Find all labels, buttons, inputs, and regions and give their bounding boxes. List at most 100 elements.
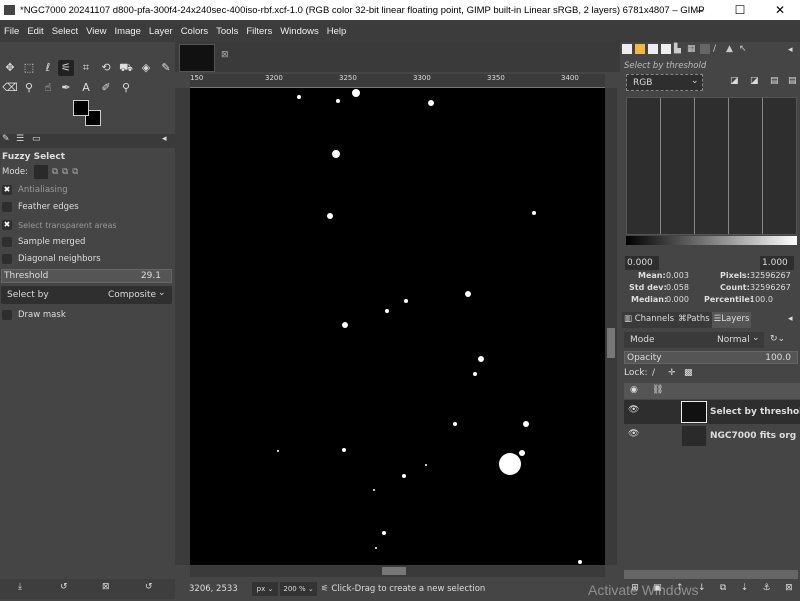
menu-image[interactable]: Image bbox=[111, 26, 145, 37]
maximize-button[interactable]: ☐ bbox=[720, 0, 760, 20]
lasso-icon[interactable]: ℓ bbox=[40, 60, 56, 76]
unit-dropdown[interactable]: px ⌄ bbox=[251, 582, 279, 596]
mode-add-icon[interactable]: ⧉ bbox=[52, 167, 58, 177]
menu-file[interactable]: File bbox=[0, 26, 23, 37]
menu-layer[interactable]: Layer bbox=[145, 26, 177, 37]
composite-mode-icon[interactable]: ↻⌄ bbox=[770, 334, 785, 344]
image-canvas[interactable] bbox=[190, 88, 605, 565]
mode-intersect-icon[interactable]: ⧉ bbox=[72, 167, 78, 177]
layer-name[interactable]: Select by threshold bbox=[710, 407, 800, 417]
menu-select[interactable]: Select bbox=[48, 26, 82, 37]
color-picker-icon[interactable]: ✐ bbox=[98, 80, 114, 96]
layers-scrollbar[interactable] bbox=[624, 570, 798, 579]
duplicate-layer-icon[interactable]: ⧉ bbox=[720, 583, 726, 599]
tab-paths[interactable]: ⌘Paths bbox=[676, 312, 712, 328]
image-tab-thumbnail[interactable] bbox=[179, 44, 215, 72]
threshold-value[interactable]: 29.1 bbox=[141, 271, 161, 281]
smudge-icon[interactable]: ☝ bbox=[40, 80, 56, 96]
antialiasing-checkbox[interactable]: ✖ Antialiasing bbox=[2, 182, 68, 198]
crop-icon[interactable]: ⌗ bbox=[78, 60, 94, 76]
log-scale-icon[interactable]: ◪ bbox=[750, 76, 759, 86]
lock-pixels-icon[interactable]: / bbox=[652, 368, 655, 378]
panel-menu-icon[interactable]: ◂ bbox=[788, 314, 793, 324]
delete-options-icon[interactable]: ⊠ bbox=[102, 582, 110, 592]
range-max-input[interactable]: 1.000 bbox=[760, 256, 794, 270]
font-tab-icon[interactable] bbox=[648, 44, 658, 54]
brush-icon[interactable]: ✎ bbox=[158, 60, 174, 76]
lower-layer-icon[interactable]: ↓ bbox=[698, 583, 706, 599]
anchor-layer-icon[interactable]: ⚓ bbox=[763, 583, 771, 599]
opacity-value[interactable]: 100.0 bbox=[765, 353, 791, 363]
layer-row[interactable]: 👁︎ Select by threshold bbox=[624, 400, 800, 424]
tab-channels[interactable]: ▥ Channels bbox=[622, 312, 677, 328]
close-button[interactable]: ✕ bbox=[760, 0, 800, 20]
menu-tools[interactable]: Tools bbox=[212, 26, 242, 37]
fuzzy-select-icon[interactable]: ⚟ bbox=[58, 60, 74, 76]
close-tab-icon[interactable]: ⊠ bbox=[221, 50, 229, 60]
draw-mask-checkbox[interactable]: Draw mask bbox=[2, 307, 66, 323]
bar-mode-icon[interactable]: ▤ bbox=[770, 76, 779, 86]
panel-menu-icon[interactable]: ◂ bbox=[162, 134, 167, 144]
lock-alpha-icon[interactable]: ▩ bbox=[684, 368, 693, 378]
vertical-scrollbar[interactable] bbox=[605, 88, 617, 565]
histogram-plot[interactable] bbox=[626, 97, 797, 235]
menu-help[interactable]: Help bbox=[323, 26, 351, 37]
eraser-icon[interactable]: ⌫ bbox=[2, 80, 18, 96]
minimize-button[interactable]: – bbox=[680, 0, 720, 20]
move-tool-icon[interactable]: ✥ bbox=[2, 60, 18, 76]
save-options-icon[interactable]: ⤓ bbox=[18, 582, 22, 592]
layer-row[interactable]: 👁︎ NGC7000 fits org bbox=[624, 424, 800, 448]
menu-windows[interactable]: Windows bbox=[276, 26, 323, 37]
mode-replace-icon[interactable] bbox=[34, 165, 49, 179]
tab-layers[interactable]: ☰Layers bbox=[711, 312, 752, 328]
pattern-tab-icon[interactable] bbox=[635, 44, 645, 54]
threshold-slider[interactable]: Threshold 29.1 bbox=[1, 269, 172, 283]
bucket-icon[interactable]: ◈ bbox=[138, 60, 154, 76]
layer-name[interactable]: NGC7000 fits org bbox=[710, 431, 796, 441]
linear-scale-icon[interactable]: ◪ bbox=[730, 76, 739, 86]
lock-position-icon[interactable]: ✛ bbox=[668, 368, 676, 378]
histogram-tab-icon[interactable]: ▙ bbox=[674, 44, 684, 54]
paint-tab-icon[interactable]: / bbox=[713, 44, 723, 54]
sample-merged-checkbox[interactable]: Sample merged bbox=[2, 234, 85, 250]
line-mode-icon[interactable]: ▤ bbox=[788, 76, 797, 86]
mode-subtract-icon[interactable]: ⧉ bbox=[62, 167, 68, 177]
gradient-tab-icon[interactable] bbox=[700, 44, 710, 54]
zoom-icon[interactable]: ⚲ bbox=[118, 80, 134, 96]
select-transparent-checkbox[interactable]: ✖ Select transparent areas bbox=[2, 217, 117, 233]
panel-menu-icon[interactable]: ◂ bbox=[788, 45, 793, 55]
menu-edit[interactable]: Edit bbox=[23, 26, 47, 37]
restore-options-icon[interactable]: ↺ bbox=[60, 582, 68, 592]
channel-dropdown[interactable]: RGB ⌄ bbox=[626, 74, 703, 91]
clone-icon[interactable]: ⚲ bbox=[21, 80, 37, 96]
tool-options-tab-icon[interactable]: ✎ bbox=[2, 134, 10, 144]
zoom-dropdown[interactable]: 200 % ⌄ bbox=[280, 582, 317, 596]
text-icon[interactable]: A bbox=[78, 80, 94, 96]
pointer-tab-icon[interactable]: ↖ bbox=[739, 44, 749, 54]
merge-layer-icon[interactable]: ⇣ bbox=[741, 583, 749, 599]
select-by-dropdown[interactable]: Select by Composite ⌄ bbox=[1, 286, 172, 304]
brush-tab-icon[interactable] bbox=[622, 44, 632, 54]
eye-icon[interactable]: 👁︎ bbox=[628, 429, 639, 439]
foreground-color[interactable] bbox=[73, 100, 89, 116]
layer-mode-dropdown[interactable]: Mode Normal ⌄ bbox=[624, 332, 764, 348]
device-status-tab-icon[interactable]: ☰ bbox=[16, 134, 24, 144]
range-min-input[interactable]: 0.000 bbox=[625, 256, 659, 270]
warp-icon[interactable]: ⛟ bbox=[118, 60, 134, 76]
menu-filters[interactable]: Filters bbox=[242, 26, 276, 37]
document-tab-icon[interactable] bbox=[661, 44, 671, 54]
palette-tab-icon[interactable]: ▦ bbox=[687, 44, 697, 54]
diagonal-checkbox[interactable]: Diagonal neighbors bbox=[2, 251, 101, 267]
rect-select-icon[interactable]: ⬚ bbox=[21, 60, 37, 76]
path-icon[interactable]: ✒ bbox=[58, 80, 74, 96]
menu-colors[interactable]: Colors bbox=[177, 26, 212, 37]
scroll-thumb[interactable] bbox=[382, 567, 406, 575]
horizontal-scrollbar[interactable] bbox=[190, 565, 605, 577]
undo-history-tab-icon[interactable]: ▭ bbox=[32, 134, 41, 144]
opacity-slider[interactable]: Opacity 100.0 bbox=[624, 351, 798, 364]
delete-layer-icon[interactable]: ⊠ bbox=[785, 583, 793, 599]
feather-checkbox[interactable]: Feather edges bbox=[2, 199, 79, 215]
scroll-thumb[interactable] bbox=[607, 328, 615, 358]
reset-options-icon[interactable]: ↺ bbox=[145, 582, 153, 592]
menu-view[interactable]: View bbox=[82, 26, 110, 37]
